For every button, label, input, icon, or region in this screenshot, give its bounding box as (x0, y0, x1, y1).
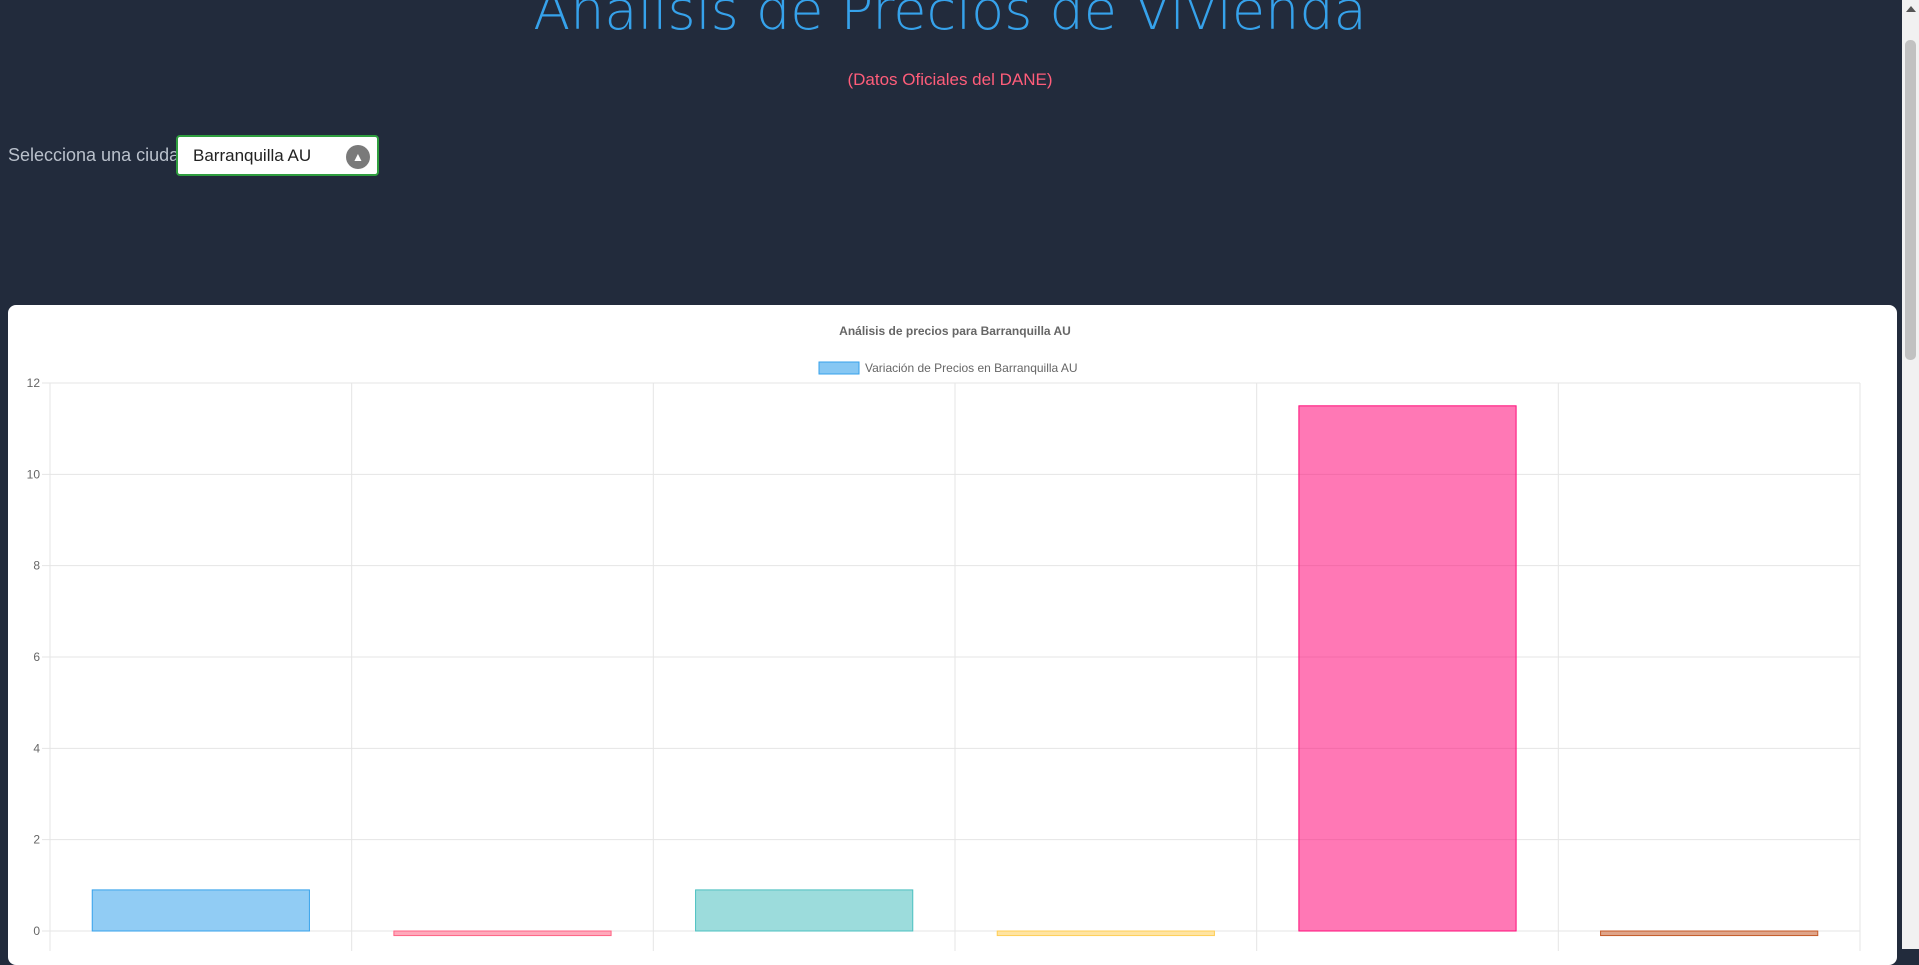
bar (1298, 405, 1517, 932)
y-tick-label: 8 (33, 559, 40, 573)
city-select-value: Barranquilla AU (193, 146, 312, 165)
y-tick-label: 2 (33, 833, 40, 847)
bar (996, 930, 1215, 937)
y-tick-label: 6 (33, 650, 40, 664)
bar (695, 889, 914, 932)
vertical-scrollbar[interactable] (1902, 0, 1919, 949)
y-tick-label: 0 (33, 924, 40, 938)
city-select[interactable]: Barranquilla AU ▲ (176, 135, 379, 176)
bar (393, 930, 612, 937)
page-title: Análisis de Precios de Vivienda (533, 0, 1367, 42)
scroll-up-arrow-icon[interactable] (1906, 6, 1916, 12)
scrollbar-thumb[interactable] (1905, 40, 1916, 360)
bar-chart: Análisis de precios para Barranquilla AU… (27, 324, 1861, 951)
bar (91, 889, 310, 932)
page-header: Análisis de Precios de Vivienda (Datos O… (0, 0, 1900, 300)
chart-title: Análisis de precios para Barranquilla AU (839, 324, 1071, 338)
y-tick-label: 12 (27, 376, 41, 390)
city-select-label: Selecciona una ciudad: (8, 145, 195, 165)
y-tick-label: 10 (27, 467, 41, 481)
y-tick-label: 4 (33, 741, 40, 755)
legend-label: Variación de Precios en Barranquilla AU (865, 361, 1078, 375)
bar (1600, 930, 1819, 937)
legend-swatch (818, 361, 860, 375)
chart-card: Análisis de precios para Barranquilla AU… (8, 305, 1897, 965)
page-subtitle: (Datos Oficiales del DANE) (847, 70, 1053, 89)
chevron-up-icon[interactable]: ▲ (346, 145, 370, 169)
